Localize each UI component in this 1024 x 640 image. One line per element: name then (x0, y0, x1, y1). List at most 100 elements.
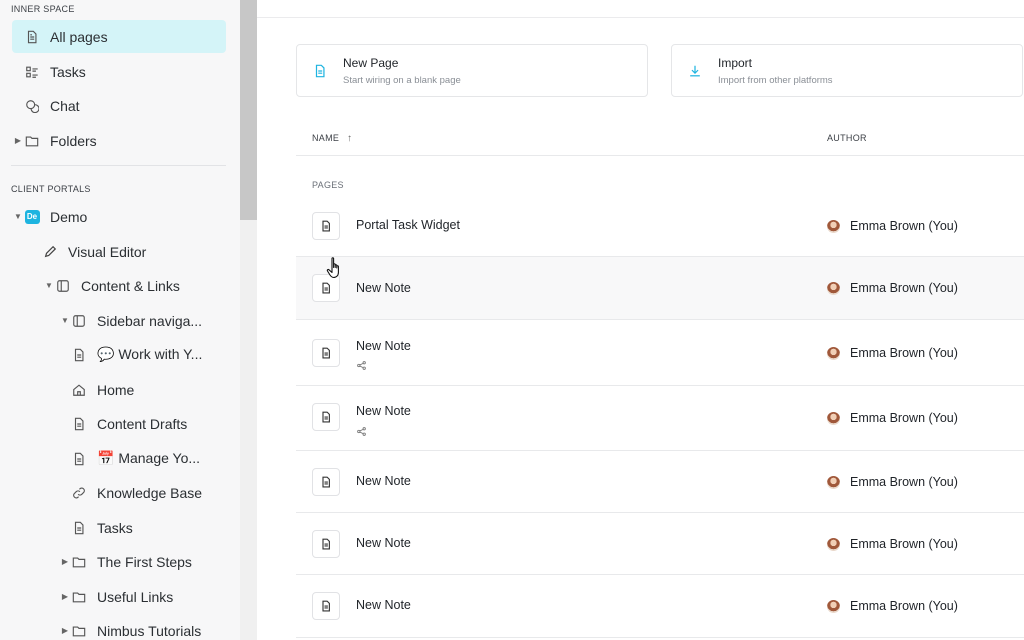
sidebar-item-content-links[interactable]: ▼ Content & Links (12, 269, 226, 302)
sidebar-item-visual-editor[interactable]: Visual Editor (12, 235, 226, 268)
sidebar: INNER SPACE All pages Tasks Chat ▶ Folde… (0, 0, 240, 640)
sort-arrow-up-icon[interactable]: ↑ (347, 133, 352, 144)
sidebar-item-label: All pages (50, 28, 108, 45)
table-row[interactable]: New Note Emma Brown (You) (296, 513, 1024, 575)
sidebar-item-useful-links[interactable]: ▶ Useful Links (12, 580, 226, 613)
caret-down-icon[interactable]: ▼ (43, 281, 55, 290)
row-title[interactable]: New Note (356, 281, 411, 295)
caret-right-icon[interactable]: ▶ (59, 592, 71, 601)
avatar (827, 475, 840, 489)
sidebar-item-label: Chat (50, 97, 80, 114)
avatar (827, 346, 840, 360)
sidebar-item-label: Nimbus Tutorials (97, 622, 202, 639)
pencil-icon (42, 244, 58, 260)
column-header-author[interactable]: AUTHOR (827, 133, 867, 143)
section-title-client-portals: CLIENT PORTALS (11, 184, 91, 194)
sidebar-item-demo[interactable]: ▼ De Demo (12, 200, 226, 233)
folder-icon (71, 554, 87, 570)
download-icon (688, 64, 704, 78)
sidebar-item-home[interactable]: Home (12, 373, 226, 406)
sidebar-item-manage[interactable]: 📅 Manage Yo... (12, 442, 226, 475)
folder-icon (71, 623, 87, 639)
document-icon (312, 530, 340, 558)
row-author: Emma Brown (You) (827, 281, 958, 295)
link-icon (71, 485, 87, 501)
table-row[interactable]: New Note Emma Brown (You) (296, 320, 1024, 386)
group-label-pages: PAGES (312, 180, 344, 190)
header-divider (257, 17, 1024, 18)
avatar (827, 537, 840, 551)
sidebar-item-knowledge-base[interactable]: Knowledge Base (12, 476, 226, 509)
sidebar-item-label: 📅 Manage Yo... (97, 450, 201, 466)
avatar (827, 219, 840, 233)
sidebar-item-folders[interactable]: ▶ Folders (12, 124, 226, 157)
table-row[interactable]: New Note Emma Brown (You) (296, 257, 1024, 320)
row-title[interactable]: New Note (356, 474, 411, 488)
sidebar-item-nimbus-tutorials[interactable]: ▶ Nimbus Tutorials (12, 614, 226, 640)
row-title[interactable]: Portal Task Widget (356, 218, 460, 232)
column-header-name[interactable]: NAME ↑ (312, 133, 352, 144)
caret-right-icon[interactable]: ▶ (12, 136, 24, 145)
card-title: Import (718, 55, 753, 70)
sidebar-item-label: Useful Links (97, 588, 174, 605)
sidebar-item-tasks[interactable]: Tasks (12, 55, 226, 88)
new-page-card[interactable]: New Page Start wiring on a blank page (296, 44, 648, 97)
row-title[interactable]: New Note (356, 598, 411, 612)
sidebar-item-all-pages[interactable]: All pages (12, 20, 226, 53)
sidebar-item-label: Knowledge Base (97, 484, 203, 501)
sidebar-item-label: Content Drafts (97, 415, 188, 432)
sidebar-item-label: Demo (50, 208, 88, 225)
page-icon (24, 29, 40, 45)
sidebar-item-content-drafts[interactable]: Content Drafts (12, 407, 226, 440)
document-icon (312, 468, 340, 496)
sidebar-item-label: Content & Links (81, 277, 180, 294)
row-author: Emma Brown (You) (827, 599, 958, 613)
card-subtitle: Start wiring on a blank page (343, 74, 461, 86)
page-icon (71, 416, 87, 432)
section-title-inner-space: INNER SPACE (11, 4, 75, 14)
sidebar-item-tasks-page[interactable]: Tasks (12, 511, 226, 544)
sidebar-panel-icon (71, 313, 87, 329)
sidebar-item-chat[interactable]: Chat (12, 89, 226, 122)
sidebar-scrollbar-thumb[interactable] (240, 0, 257, 220)
table-row[interactable]: Portal Task Widget Emma Brown (You) (296, 194, 1024, 257)
import-card[interactable]: Import Import from other platforms (671, 44, 1023, 97)
tasks-icon (24, 64, 40, 80)
caret-down-icon[interactable]: ▼ (12, 212, 24, 221)
chat-icon (24, 98, 40, 114)
sidebar-item-first-steps[interactable]: ▶ The First Steps (12, 545, 226, 578)
sidebar-item-sidebar-navigation[interactable]: ▼ Sidebar naviga... (12, 304, 226, 337)
sidebar-item-label: Tasks (97, 519, 133, 536)
document-icon (312, 212, 340, 240)
share-icon (357, 357, 366, 375)
main-content: New Page Start wiring on a blank page Im… (257, 0, 1024, 640)
avatar (827, 599, 840, 613)
sidebar-item-label: Folders (50, 132, 97, 149)
table-row[interactable]: New Note Emma Brown (You) (296, 575, 1024, 638)
sidebar-item-label: Visual Editor (68, 243, 147, 260)
page-icon (71, 520, 87, 536)
row-title[interactable]: New Note (356, 404, 411, 418)
table-row[interactable]: New Note Emma Brown (You) (296, 451, 1024, 513)
card-title: New Page (343, 55, 399, 70)
sidebar-item-label: Sidebar naviga... (97, 312, 203, 329)
row-title[interactable]: New Note (356, 536, 411, 550)
sidebar-item-label: The First Steps (97, 553, 192, 570)
page-icon (71, 347, 87, 363)
table-header-divider (296, 155, 1024, 156)
row-author: Emma Brown (You) (827, 346, 958, 360)
page-icon (313, 64, 329, 78)
folder-icon (24, 133, 40, 149)
document-icon (312, 339, 340, 367)
row-author: Emma Brown (You) (827, 411, 958, 425)
table-row[interactable]: New Note Emma Brown (You) (296, 386, 1024, 451)
sidebar-item-label: 💬 Work with Y... (97, 346, 203, 362)
caret-right-icon[interactable]: ▶ (59, 557, 71, 566)
sidebar-divider (11, 165, 226, 166)
caret-right-icon[interactable]: ▶ (59, 626, 71, 635)
caret-down-icon[interactable]: ▼ (59, 316, 71, 325)
row-title[interactable]: New Note (356, 339, 411, 353)
sidebar-item-work-with[interactable]: 💬 Work with Y... (12, 338, 226, 371)
avatar (827, 411, 840, 425)
home-icon (71, 382, 87, 398)
